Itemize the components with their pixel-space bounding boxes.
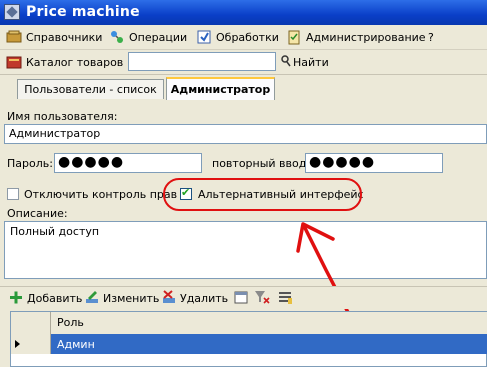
operations-icon <box>109 29 125 45</box>
annotation-ellipse <box>163 178 362 211</box>
menu-item-operations[interactable]: Операции <box>109 28 187 46</box>
catalog-label: Каталог товаров <box>26 55 124 69</box>
books-icon <box>6 29 22 45</box>
main-toolbar: Каталог товаров Найти <box>0 50 487 75</box>
menu-label: Операции <box>129 30 188 44</box>
grid-toolbar: Добавить Изменить Удалить <box>0 286 487 309</box>
tab-label: Администратор <box>170 83 271 96</box>
processing-icon <box>196 29 212 45</box>
columns-button[interactable] <box>277 289 293 307</box>
delete-button[interactable]: Удалить <box>161 289 228 307</box>
catalog-icon <box>6 54 22 70</box>
description-label: Описание: <box>7 207 68 220</box>
edit-button[interactable]: Изменить <box>84 289 159 307</box>
repeat-password-label: повторный ввод: <box>212 157 311 170</box>
window-title: Price machine <box>26 4 140 20</box>
app-diamond-icon[interactable] <box>4 4 20 20</box>
menu-item-help[interactable]: ? <box>428 28 434 46</box>
admin-clipboard-icon <box>286 29 302 45</box>
catalog-button[interactable]: Каталог товаров <box>6 53 123 71</box>
row-indicator-icon <box>11 334 51 354</box>
menu-label: Обработки <box>216 30 279 44</box>
filter-icon <box>254 289 270 308</box>
delete-label: Удалить <box>180 291 229 305</box>
filter-clear-button[interactable] <box>233 289 249 307</box>
tab-label: Пользователи - список <box>24 83 157 96</box>
columns-icon <box>277 289 293 308</box>
tab-users-list[interactable]: Пользователи - список <box>17 79 164 99</box>
delete-icon <box>161 289 177 308</box>
menu-label: Администрирование <box>306 30 426 44</box>
grid-header: Роль <box>11 312 487 335</box>
tab-administrator[interactable]: Администратор <box>166 77 275 100</box>
menu-item-processing[interactable]: Обработки <box>196 28 279 46</box>
search-icon <box>281 54 291 70</box>
menu-bar: Справочники Операции Обработки Администр… <box>0 25 487 50</box>
add-button[interactable]: Добавить <box>8 289 82 307</box>
password-label: Пароль: <box>7 157 53 170</box>
username-label: Имя пользователя: <box>7 110 118 123</box>
add-label: Добавить <box>27 291 83 305</box>
find-label: Найти <box>293 55 329 69</box>
role-cell[interactable]: Админ <box>51 334 487 354</box>
add-icon <box>8 289 24 308</box>
title-bar: Price machine <box>0 0 487 25</box>
description-field[interactable]: Полный доступ <box>4 221 487 279</box>
disable-rights-label: Отключить контроль прав <box>24 188 178 201</box>
disable-rights-checkbox[interactable] <box>7 188 19 200</box>
search-input[interactable] <box>128 52 276 71</box>
filter-button[interactable] <box>254 289 270 307</box>
edit-icon <box>84 289 100 308</box>
repeat-password-field[interactable]: ●●●●● <box>305 153 443 173</box>
column-header-role[interactable]: Роль <box>57 316 84 329</box>
menu-item-references[interactable]: Справочники <box>6 28 102 46</box>
tab-strip: Пользователи - список Администратор <box>0 75 487 101</box>
roles-grid: Роль Админ <box>10 311 487 367</box>
password-field[interactable]: ●●●●● <box>54 153 202 173</box>
table-icon <box>233 289 249 308</box>
menu-label: Справочники <box>26 30 103 44</box>
edit-label: Изменить <box>103 291 160 305</box>
find-button[interactable]: Найти <box>281 53 329 71</box>
menu-item-administration[interactable]: Администрирование <box>286 28 426 46</box>
grid-header-selector <box>11 312 51 334</box>
menu-label: ? <box>428 30 434 44</box>
username-field[interactable]: Администратор <box>4 124 487 144</box>
table-row[interactable]: Админ <box>11 334 487 354</box>
